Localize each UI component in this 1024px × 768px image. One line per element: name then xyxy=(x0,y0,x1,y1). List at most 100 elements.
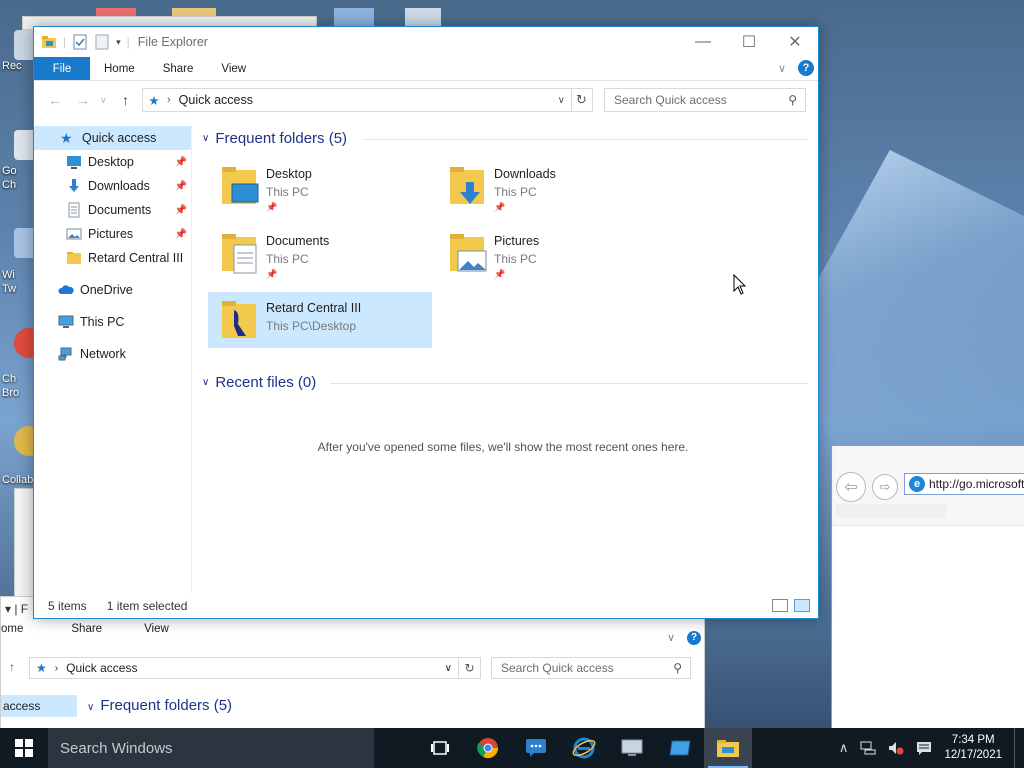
bg-sep-icon: › xyxy=(54,662,59,674)
show-hidden-icons-chevron-icon[interactable]: ∧ xyxy=(839,740,849,756)
folder-name: Documents xyxy=(266,234,330,248)
sidebar-item-documents[interactable]: Documents 📌 xyxy=(34,198,191,222)
chat-bubble-icon xyxy=(526,739,546,757)
star-icon: ★ xyxy=(60,130,73,146)
breadcrumb-quick-access[interactable]: Quick access xyxy=(179,93,253,107)
recent-locations-chevron-icon[interactable]: ∨ xyxy=(100,95,107,106)
sidebar-item-this-pc[interactable]: This PC xyxy=(34,310,191,334)
new-folder-icon[interactable] xyxy=(94,34,110,50)
action-center-icon[interactable] xyxy=(916,741,932,755)
volume-muted-icon[interactable] xyxy=(888,741,904,755)
network-status-icon[interactable] xyxy=(860,741,876,755)
clock-date: 12/17/2021 xyxy=(944,749,1002,761)
bg-tab-view[interactable]: View xyxy=(144,623,169,635)
address-dropdown-icon[interactable]: ∨ xyxy=(558,95,565,106)
pin-icon: 📌 xyxy=(266,202,278,212)
ie-forward-button[interactable]: ⇨ xyxy=(872,474,898,500)
sidebar-item-onedrive[interactable]: OneDrive xyxy=(34,278,191,302)
sidebar-item-retard-central-iii[interactable]: Retard Central III xyxy=(34,246,191,270)
sidebar-item-label: This PC xyxy=(80,315,125,329)
tab-home[interactable]: Home xyxy=(90,57,149,80)
forward-arrow-icon[interactable]: → xyxy=(76,92,90,108)
taskbar-messaging[interactable] xyxy=(512,728,560,768)
bg-chevron-icon[interactable]: ∨ xyxy=(667,631,675,644)
taskbar-chrome[interactable] xyxy=(464,728,512,768)
pictures-folder-icon xyxy=(66,228,82,240)
folder-app-icon[interactable] xyxy=(41,34,57,50)
search-input[interactable]: Search Quick access ⚲ xyxy=(604,88,806,112)
up-arrow-icon[interactable]: ↑ xyxy=(122,92,129,108)
tab-share[interactable]: Share xyxy=(149,57,208,80)
folder-location: This PC xyxy=(494,252,537,266)
bg-refresh-button[interactable]: ↻ xyxy=(459,657,481,679)
sidebar-item-network[interactable]: Network xyxy=(34,342,191,366)
taskbar-file-explorer[interactable] xyxy=(704,728,752,768)
status-bar: 5 items 1 item selected xyxy=(34,594,818,618)
tab-view[interactable]: View xyxy=(207,57,260,80)
bg-up-arrow-icon[interactable]: ↑ xyxy=(9,660,15,674)
maximize-button[interactable]: ☐ xyxy=(726,27,772,57)
taskbar: Search Windows ∧ 7:34 PM 12/17/2021 xyxy=(0,728,1024,768)
desktop-label-1: Go Ch xyxy=(2,165,17,191)
desktop-icon-top-3[interactable] xyxy=(334,8,374,28)
internet-explorer-window[interactable]: ⇦ ⇨ e http://go.microsoft xyxy=(831,445,1024,730)
pin-icon[interactable]: 📌 xyxy=(175,157,187,168)
address-bar[interactable]: ★ › Quick access ∨ xyxy=(142,88,572,112)
minimize-button[interactable]: — xyxy=(680,27,726,57)
downloads-folder-icon xyxy=(450,167,484,204)
taskbar-internet-explorer[interactable] xyxy=(560,728,608,768)
back-arrow-icon[interactable]: ← xyxy=(48,92,62,108)
file-explorer-window[interactable]: | ▾ | File Explorer — ☐ ✕ File Home Shar… xyxy=(33,26,819,619)
pin-icon[interactable]: 📌 xyxy=(175,181,187,192)
folder-tile-retard-central-iii[interactable]: Retard Central III This PC\Desktop xyxy=(208,292,432,348)
taskbar-remote-desktop[interactable] xyxy=(608,728,656,768)
pin-icon: 📌 xyxy=(266,269,278,279)
clock[interactable]: 7:34 PM 12/17/2021 xyxy=(944,733,1002,763)
taskbar-search-box[interactable]: Search Windows xyxy=(48,728,374,768)
sidebar-item-desktop[interactable]: Desktop 📌 xyxy=(34,150,191,174)
bg-chevron-down-icon: ∨ xyxy=(87,702,95,713)
bg-tab-home[interactable]: ome xyxy=(1,623,23,635)
folder-name: Retard Central III xyxy=(266,301,362,315)
bg-dropdown-icon[interactable]: ∨ xyxy=(445,663,452,674)
show-desktop-button[interactable] xyxy=(1014,728,1018,768)
refresh-button[interactable]: ↻ xyxy=(571,88,593,112)
customize-toolbar-chevron-icon[interactable]: ▾ xyxy=(116,37,121,48)
start-button[interactable] xyxy=(0,728,48,768)
folder-tile-downloads[interactable]: Downloads This PC 📌 xyxy=(436,158,660,214)
details-view-icon[interactable] xyxy=(772,599,788,612)
ie-back-button[interactable]: ⇦ xyxy=(836,472,866,502)
folder-name: Desktop xyxy=(266,167,312,181)
bg-sidebar-item-quick-access[interactable]: access xyxy=(1,695,77,717)
pin-icon[interactable]: 📌 xyxy=(175,205,187,216)
bg-frequent-header[interactable]: ∨ Frequent folders (5) xyxy=(87,697,232,714)
sidebar-item-pictures[interactable]: Pictures 📌 xyxy=(34,222,191,246)
taskbar-photos[interactable] xyxy=(656,728,704,768)
help-icon[interactable]: ? xyxy=(798,60,814,76)
tab-file[interactable]: File xyxy=(34,57,90,80)
pin-icon[interactable]: 📌 xyxy=(175,229,187,240)
breadcrumb-separator-icon[interactable]: › xyxy=(167,94,171,106)
group-divider xyxy=(364,139,808,140)
sidebar-item-downloads[interactable]: Downloads 📌 xyxy=(34,174,191,198)
content-pane: ∨ Frequent folders (5) Desktop This PC 📌… xyxy=(198,120,818,594)
sidebar-item-quick-access[interactable]: ★ Quick access xyxy=(34,126,191,150)
bg-help-icon[interactable]: ? xyxy=(687,631,701,645)
large-icons-view-icon[interactable] xyxy=(794,599,810,612)
frequent-folders-header[interactable]: ∨ Frequent folders (5) xyxy=(202,130,347,147)
group-divider xyxy=(330,383,808,384)
bg-address-bar[interactable]: ★ › Quick access ∨ xyxy=(29,657,459,679)
properties-icon[interactable] xyxy=(72,34,88,50)
recent-files-header[interactable]: ∨ Recent files (0) xyxy=(202,374,316,391)
folder-tile-desktop[interactable]: Desktop This PC 📌 xyxy=(208,158,432,214)
task-view-button[interactable] xyxy=(416,728,464,768)
folder-tile-documents[interactable]: Documents This PC 📌 xyxy=(208,225,432,281)
folder-tile-pictures[interactable]: Pictures This PC 📌 xyxy=(436,225,660,281)
expand-ribbon-chevron-icon[interactable]: ∨ xyxy=(778,62,786,75)
close-button[interactable]: ✕ xyxy=(772,27,818,57)
ie-address-bar[interactable]: e http://go.microsoft xyxy=(904,473,1024,495)
bg-tab-share[interactable]: Share xyxy=(71,623,102,635)
title-bar[interactable]: | ▾ | File Explorer — ☐ ✕ xyxy=(34,27,818,57)
bg-search-input[interactable]: Search Quick access ⚲ xyxy=(491,657,691,679)
desktop-icon-top-4[interactable] xyxy=(405,8,441,28)
